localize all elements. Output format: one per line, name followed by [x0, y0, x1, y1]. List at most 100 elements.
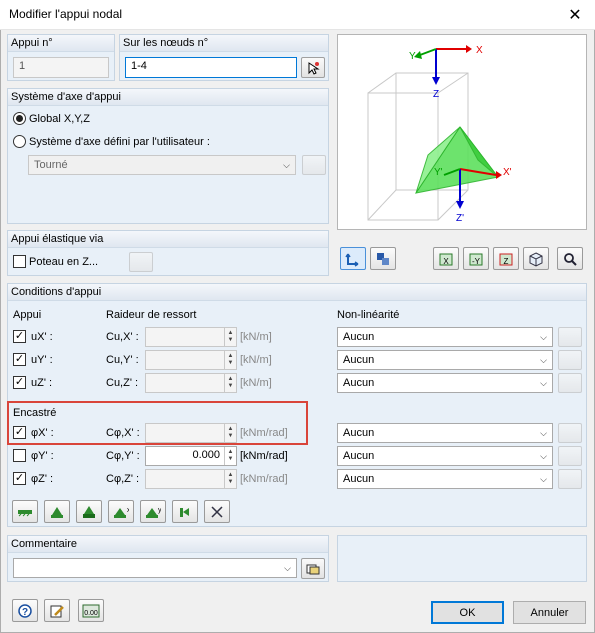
zoom-button[interactable] [557, 247, 583, 270]
comment-library-button[interactable] [301, 558, 325, 579]
free-support-button[interactable] [204, 500, 230, 523]
poteau-option[interactable]: Poteau en Z... [13, 255, 98, 268]
support-y-button[interactable]: y [140, 500, 166, 523]
nonlinearity-edit-button[interactable] [558, 446, 582, 466]
spring-stiffness-input[interactable]: ▲ ▼ [145, 469, 237, 489]
support-checkbox[interactable]: ✓ [13, 426, 26, 439]
z-axis-label: Z [433, 89, 439, 100]
view-y-icon: -Y [469, 253, 483, 266]
title-bar: Modifier l'appui nodal ✕ [0, 0, 595, 30]
support-5[interactable]: ✓ φZ' : [13, 472, 53, 485]
user-axis-select[interactable]: Tourné ⌵ [28, 155, 296, 175]
window-title: Modifier l'appui nodal [9, 7, 123, 21]
support-0[interactable]: ✓ uX' : [13, 330, 53, 343]
nonlinearity-select[interactable]: Aucun ⌵ [337, 446, 553, 466]
help-button[interactable]: ? [12, 599, 38, 622]
spin-arrows-icon[interactable]: ▲ ▼ [224, 424, 236, 442]
nodes-input[interactable]: 1-4 [125, 57, 297, 78]
spring-stiffness-input[interactable]: ▲ ▼ [145, 327, 237, 347]
nonlinearity-edit-button[interactable] [558, 423, 582, 443]
spring-value [146, 470, 224, 488]
view-z-icon: Z [499, 253, 513, 266]
nonlinearity-select[interactable]: Aucun ⌵ [337, 327, 553, 347]
nonlinearity-edit-button[interactable] [558, 350, 582, 370]
conditions-group: Conditions d'appui Appui Raideur de ress… [7, 283, 587, 527]
elastic-group: Appui élastique via Poteau en Z... [7, 230, 329, 276]
edit-axis-button[interactable] [302, 155, 326, 175]
spring-stiffness-input[interactable]: 0.000 ▲ ▼ [145, 446, 237, 466]
nonlinearity-value: Aucun [343, 377, 375, 389]
conditions-header: Conditions d'appui [8, 284, 586, 301]
user-axis-option[interactable]: Système d'axe défini par l'utilisateur : [13, 135, 210, 148]
pinned-support-button[interactable] [44, 500, 70, 523]
poteau-checkbox[interactable] [13, 255, 26, 268]
edit-button[interactable] [44, 599, 70, 622]
spin-arrows-icon[interactable]: ▲ ▼ [224, 328, 236, 346]
hinged-support-button[interactable] [12, 500, 38, 523]
spring-stiffness-input[interactable]: ▲ ▼ [145, 373, 237, 393]
render-mode-button[interactable] [370, 247, 396, 270]
spin-arrows-icon[interactable]: ▲ ▼ [224, 374, 236, 392]
user-axis-radio[interactable] [13, 135, 26, 148]
view-y-button[interactable]: -Y [463, 247, 489, 270]
nonlinearity-select[interactable]: Aucun ⌵ [337, 423, 553, 443]
isometric-view-button[interactable] [523, 247, 549, 270]
nonlinearity-edit-button[interactable] [558, 327, 582, 347]
spring-value [146, 328, 224, 346]
global-axis-radio[interactable] [13, 112, 26, 125]
close-button[interactable]: ✕ [555, 0, 595, 30]
nonlinearity-select[interactable]: Aucun ⌵ [337, 469, 553, 489]
poteau-edit-button[interactable] [129, 252, 153, 272]
spin-arrows-icon[interactable]: ▲ ▼ [224, 470, 236, 488]
chevron-down-icon: ⌵ [284, 562, 291, 573]
support-checkbox[interactable]: ✓ [13, 376, 26, 389]
wall-support-button[interactable] [172, 500, 198, 523]
spin-arrows-icon[interactable]: ▲ ▼ [224, 351, 236, 369]
axis-display-toggle[interactable] [340, 247, 366, 270]
support-checkbox[interactable] [13, 449, 26, 462]
xprime-axis-label: X' [503, 167, 512, 178]
svg-text:?: ? [22, 607, 28, 618]
support-label: φX' : [31, 426, 54, 439]
spring-label: Cφ,X' : [106, 427, 140, 439]
pick-nodes-button[interactable] [301, 57, 325, 78]
col-appui-header: Appui [13, 309, 42, 321]
ok-button[interactable]: OK [431, 601, 504, 624]
user-axis-label: Système d'axe défini par l'utilisateur : [29, 135, 210, 148]
view-z-button[interactable]: Z [493, 247, 519, 270]
spring-unit: [kN/m] [240, 354, 272, 366]
support-checkbox[interactable]: ✓ [13, 353, 26, 366]
spring-stiffness-input[interactable]: ▲ ▼ [145, 350, 237, 370]
global-axis-option[interactable]: Global X,Y,Z [13, 112, 90, 125]
fixed-support-button[interactable] [76, 500, 102, 523]
nonlinearity-edit-button[interactable] [558, 373, 582, 393]
spring-stiffness-input[interactable]: ▲ ▼ [145, 423, 237, 443]
support-2[interactable]: ✓ uZ' : [13, 376, 52, 389]
view-x-button[interactable]: X [433, 247, 459, 270]
units-button[interactable]: 0.00 [78, 599, 104, 622]
support-1[interactable]: ✓ uY' : [13, 353, 53, 366]
cancel-button[interactable]: Annuler [513, 601, 586, 624]
nonlinearity-select[interactable]: Aucun ⌵ [337, 373, 553, 393]
nonlinearity-edit-button[interactable] [558, 469, 582, 489]
chevron-down-icon: ⌵ [540, 473, 547, 484]
nonlinearity-select[interactable]: Aucun ⌵ [337, 350, 553, 370]
support-4[interactable]: φY' : [13, 449, 54, 462]
chevron-down-icon: ⌵ [540, 427, 547, 438]
support-checkbox[interactable]: ✓ [13, 472, 26, 485]
global-axis-label: Global X,Y,Z [29, 112, 90, 125]
svg-text:Z: Z [504, 257, 509, 266]
support-3[interactable]: ✓ φX' : [13, 426, 54, 439]
cube-icon [529, 251, 543, 267]
appui-number-field[interactable]: 1 [13, 57, 109, 78]
spin-arrows-icon[interactable]: ▲ ▼ [224, 447, 236, 465]
preview-pane: X Y Z X' Y' Z' [337, 34, 587, 230]
comment-input[interactable]: ⌵ [13, 558, 297, 578]
spring-unit: [kNm/rad] [240, 473, 288, 485]
support-checkbox[interactable]: ✓ [13, 330, 26, 343]
support-x-icon: x [114, 507, 129, 518]
ground-icon [18, 509, 32, 516]
support-x-button[interactable]: x [108, 500, 134, 523]
dialog-client: Appui n° 1 Sur les nœuds n° 1-4 Système … [0, 30, 595, 633]
support-label: uY' : [31, 353, 53, 366]
